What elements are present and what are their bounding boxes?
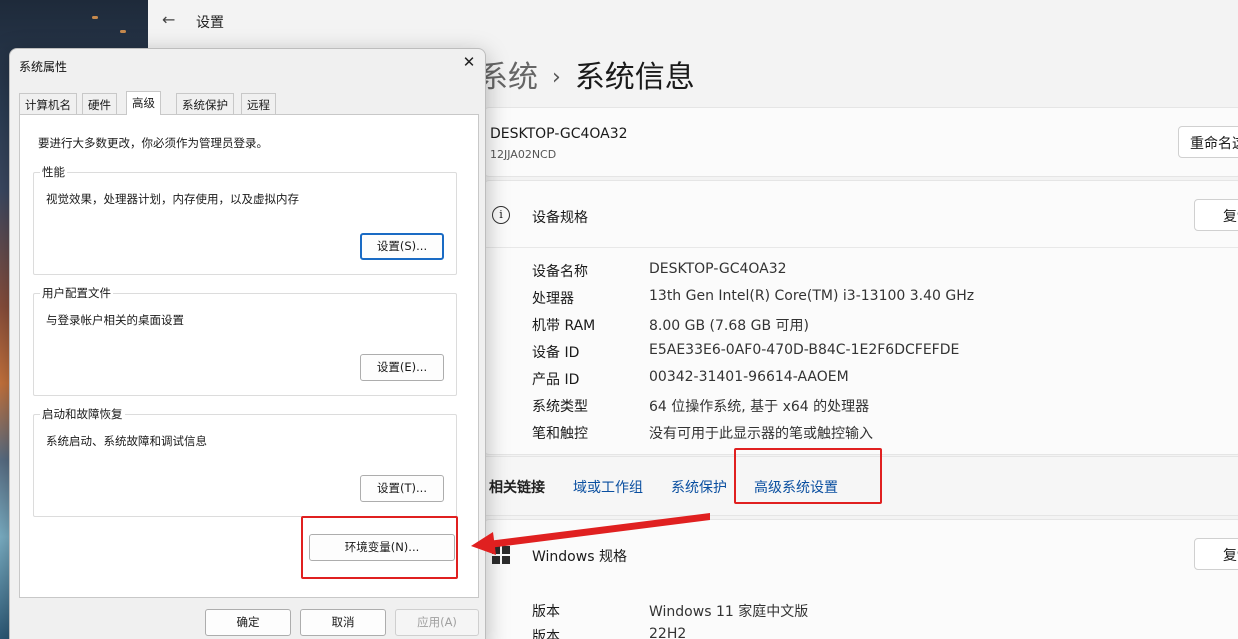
device-specs-title: 设备规格 [532,210,588,226]
startup-recovery-settings-button[interactable]: 设置(T)... [360,475,444,502]
rename-button[interactable]: 重命名这 [1178,126,1238,158]
device-name: DESKTOP-GC4OA32 [490,126,628,142]
wallpaper-spark [120,30,126,33]
windows-specs-title: Windows 规格 [532,549,627,565]
group-legend: 用户配置文件 [40,285,113,301]
related-links-label: 相关链接 [489,480,545,496]
page-title: 系统 › 系统信息 [478,52,695,96]
device-model: 12JJA02NCD [490,148,557,161]
device-card: DESKTOP-GC4OA32 12JJA02NCD 重命名这 [483,107,1238,177]
spec-key: 版本 [532,604,560,620]
user-profiles-settings-button[interactable]: 设置(E)... [360,354,444,381]
spec-value: 8.00 GB (7.68 GB 可用) [649,318,809,334]
back-arrow-icon[interactable]: ← [162,10,180,29]
tab-hardware[interactable]: 硬件 [82,93,117,114]
spec-key: 产品 ID [532,372,580,388]
spec-value: 13th Gen Intel(R) Core(TM) i3-13100 3.40… [649,288,975,304]
spec-value: E5AE33E6-0AF0-470D-B84C-1E2F6DCFEFDE [649,342,960,358]
spec-value: 22H2 [649,626,687,639]
spec-value: 00342-31401-96614-AAOEM [649,369,849,385]
performance-settings-button[interactable]: 设置(S)... [360,233,444,260]
settings-titlebar: ← 设置 [148,0,1238,40]
breadcrumb-current: 系统信息 [574,60,695,95]
tab-computer-name[interactable]: 计算机名 [19,93,77,114]
device-specs-card: i 设备规格 复制 设备名称 DESKTOP-GC4OA32 处理器 13th Ge… [483,180,1238,455]
spec-value: 64 位操作系统, 基于 x64 的处理器 [649,399,870,415]
group-description: 视觉效果，处理器计划，内存使用，以及虚拟内存 [46,192,299,206]
spec-key: 机带 RAM [532,318,596,334]
spec-key: 设备名称 [532,264,588,280]
tab-advanced[interactable]: 高级 [126,91,161,115]
spec-value: DESKTOP-GC4OA32 [649,261,787,277]
spec-key: 版本 [532,629,560,639]
chevron-right-icon: › [552,65,561,90]
spec-value: Windows 11 家庭中文版 [649,604,809,620]
apply-button[interactable]: 应用(A) [395,609,479,636]
wallpaper-spark [92,16,98,19]
spec-key: 设备 ID [532,345,580,361]
tab-remote[interactable]: 远程 [241,93,276,114]
spec-value: 没有可用于此显示器的笔或触控输入 [649,426,873,442]
link-domain-workgroup[interactable]: 域或工作组 [573,477,643,497]
link-system-protection[interactable]: 系统保护 [671,477,727,497]
close-icon[interactable]: ✕ [461,54,477,70]
copy-windows-specs-button[interactable]: 复制 [1194,538,1238,570]
dialog-title: 系统属性 [19,60,68,74]
highlight-env-vars [301,516,458,579]
windows-specs-card: Windows 规格 复制 版本 Windows 11 家庭中文版 版本 22H2 [483,519,1238,639]
cancel-button[interactable]: 取消 [300,609,386,636]
group-description: 与登录帐户相关的桌面设置 [46,313,184,327]
breadcrumb-parent[interactable]: 系统 [478,60,538,95]
performance-group: 性能 视觉效果，处理器计划，内存使用，以及虚拟内存 设置(S)... [33,164,457,275]
startup-recovery-group: 启动和故障恢复 系统启动、系统故障和调试信息 设置(T)... [33,406,457,517]
highlight-advanced-settings [734,448,882,504]
admin-note: 要进行大多数更改，你必须作为管理员登录。 [38,136,268,150]
tab-system-protection[interactable]: 系统保护 [176,93,234,114]
info-icon: i [492,206,510,224]
window-title: 设置 [196,15,224,31]
group-legend: 启动和故障恢复 [40,406,125,422]
spec-key: 笔和触控 [532,426,588,442]
user-profiles-group: 用户配置文件 与登录帐户相关的桌面设置 设置(E)... [33,285,457,396]
windows-logo-icon [492,546,510,564]
spec-key: 处理器 [532,291,574,307]
device-specs-header[interactable]: i 设备规格 复制 [484,181,1238,248]
spec-key: 系统类型 [532,399,588,415]
group-legend: 性能 [40,164,67,180]
group-description: 系统启动、系统故障和调试信息 [46,434,207,448]
ok-button[interactable]: 确定 [205,609,291,636]
copy-device-specs-button[interactable]: 复制 [1194,199,1238,231]
